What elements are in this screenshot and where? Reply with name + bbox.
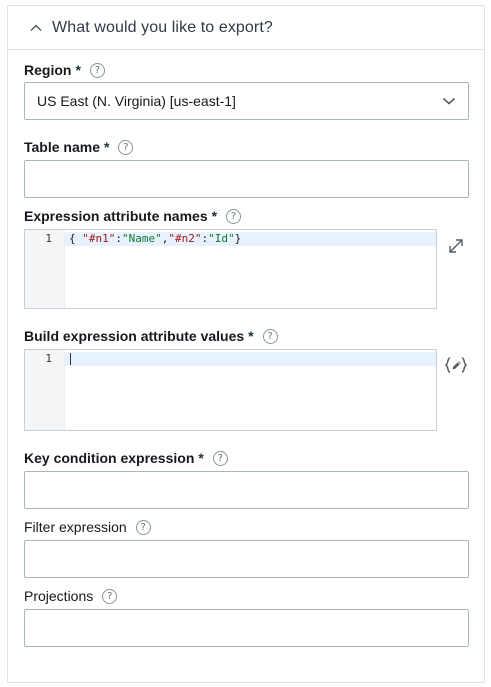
section-title: What would you like to export? <box>52 18 273 36</box>
required-marker: * <box>248 328 254 344</box>
expression-attribute-names-editor[interactable]: 1 { "#n1":"Name","#n2":"Id"} <box>24 229 437 309</box>
key-condition-expression-input[interactable] <box>24 471 469 509</box>
code-line: { "#n1":"Name","#n2":"Id"} <box>69 232 242 245</box>
help-icon[interactable]: ? <box>89 62 105 78</box>
code-area[interactable] <box>65 350 436 430</box>
help-icon[interactable]: ? <box>262 328 278 344</box>
table-name-label: Table name * ? <box>24 138 134 156</box>
build-expression-attribute-values-label: Build expression attribute values * ? <box>24 327 278 345</box>
chevron-down-icon <box>442 94 456 108</box>
export-options-panel: What would you like to export? Region * … <box>7 5 485 683</box>
line-number: 1 <box>45 232 52 245</box>
code-area[interactable]: { "#n1":"Name","#n2":"Id"} <box>65 230 436 308</box>
help-icon[interactable]: ? <box>226 208 242 224</box>
projections-label: Projections ? <box>24 587 118 605</box>
help-icon[interactable]: ? <box>118 139 134 155</box>
section-header[interactable]: What would you like to export? <box>8 6 484 50</box>
text-cursor <box>70 353 71 365</box>
chevron-up-icon[interactable] <box>28 20 44 36</box>
region-value: US East (N. Virginia) [us-east-1] <box>37 93 236 109</box>
build-expression-attribute-values-editor[interactable]: 1 <box>24 349 437 431</box>
line-number: 1 <box>45 352 52 365</box>
required-marker: * <box>211 208 218 224</box>
help-icon[interactable]: ? <box>212 450 228 466</box>
key-condition-expression-label: Key condition expression * ? <box>24 449 228 467</box>
expand-icon[interactable] <box>444 234 468 258</box>
region-select[interactable]: US East (N. Virginia) [us-east-1] <box>24 82 469 120</box>
required-marker: * <box>75 62 81 78</box>
help-icon[interactable]: ? <box>135 519 151 535</box>
filter-expression-input[interactable] <box>24 540 469 578</box>
table-name-input[interactable] <box>24 160 469 198</box>
line-number-gutter: 1 <box>25 230 65 308</box>
expression-attribute-names-label: Expression attribute names * ? <box>24 207 242 225</box>
edit-json-icon[interactable] <box>444 353 468 377</box>
active-line-highlight <box>65 352 436 366</box>
required-marker: * <box>198 450 204 466</box>
filter-expression-label: Filter expression ? <box>24 518 151 536</box>
required-marker: * <box>104 139 110 155</box>
line-number-gutter: 1 <box>25 350 65 430</box>
help-icon[interactable]: ? <box>102 588 118 604</box>
projections-input[interactable] <box>24 609 469 647</box>
region-label: Region * ? <box>24 61 105 79</box>
